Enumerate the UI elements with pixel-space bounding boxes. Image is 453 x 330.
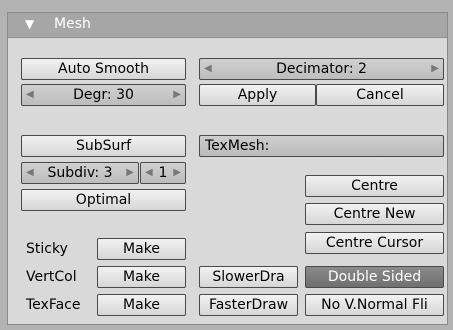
faster-draw-button[interactable]: FasterDraw (199, 294, 298, 316)
sticky-make-button[interactable]: Make (97, 238, 186, 260)
render-subdiv-number-field[interactable]: ◀ 1 ▶ (140, 162, 186, 184)
sticky-label: Sticky (26, 241, 68, 257)
degr-label: Degr: 30 (73, 87, 134, 103)
texface-make-button[interactable]: Make (97, 294, 186, 316)
increment-arrow-icon[interactable]: ▶ (431, 59, 439, 79)
centre-new-button[interactable]: Centre New (305, 203, 444, 225)
subsurf-button[interactable]: SubSurf (21, 135, 186, 157)
panel-title: Mesh (54, 16, 91, 32)
subdiv-label: Subdiv: 3 (47, 165, 113, 181)
slower-draw-button[interactable]: SlowerDra (199, 266, 298, 288)
double-sided-toggle[interactable]: Double Sided (305, 266, 444, 288)
increment-arrow-icon[interactable]: ▶ (173, 85, 181, 105)
auto-smooth-button[interactable]: Auto Smooth (21, 58, 186, 80)
optimal-button[interactable]: Optimal (21, 189, 186, 211)
increment-arrow-icon[interactable]: ▶ (126, 163, 134, 183)
no-vnormal-flip-toggle[interactable]: No V.Normal Fli (305, 294, 444, 316)
decimator-label: Decimator: 2 (276, 61, 367, 77)
vertcol-make-button[interactable]: Make (97, 266, 186, 288)
subdiv-number-field[interactable]: ◀ Subdiv: 3 ▶ (21, 162, 139, 184)
mesh-panel: ▼ Mesh Auto Smooth ◀ Decimator: 2 ▶ ◀ De… (7, 12, 448, 325)
cancel-button[interactable]: Cancel (316, 84, 444, 106)
texface-label: TexFace (26, 297, 81, 313)
degr-number-field[interactable]: ◀ Degr: 30 ▶ (21, 84, 186, 106)
centre-button[interactable]: Centre (305, 175, 444, 197)
collapse-triangle-icon[interactable]: ▼ (25, 17, 34, 31)
centre-cursor-button[interactable]: Centre Cursor (305, 232, 444, 254)
texmesh-field[interactable]: TexMesh: (199, 135, 444, 157)
increment-arrow-icon[interactable]: ▶ (173, 163, 181, 183)
panel-header[interactable]: ▼ Mesh (8, 13, 447, 38)
vertcol-label: VertCol (26, 269, 77, 285)
apply-button[interactable]: Apply (199, 84, 316, 106)
decimator-number-field[interactable]: ◀ Decimator: 2 ▶ (199, 58, 444, 80)
